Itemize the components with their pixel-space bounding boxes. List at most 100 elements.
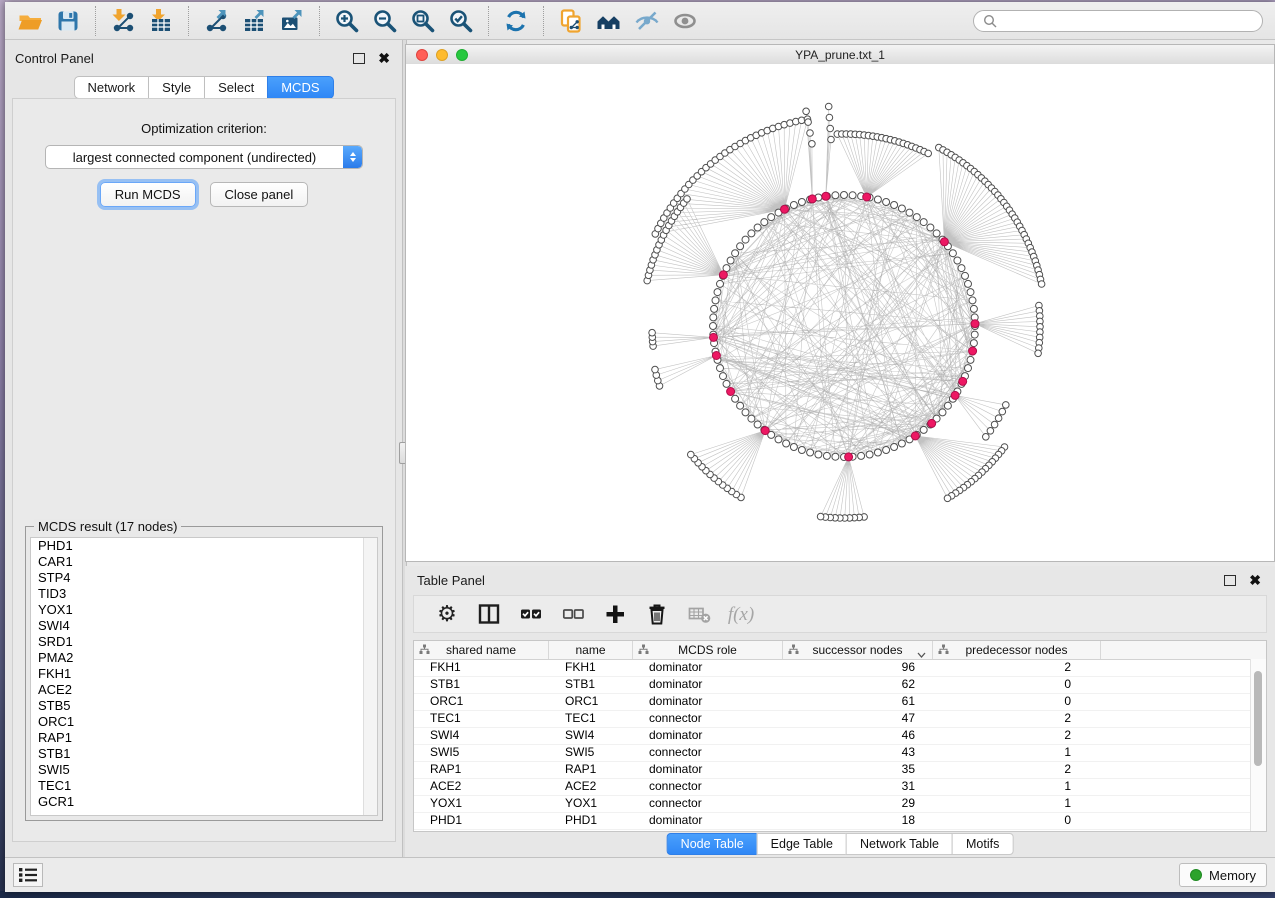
run-mcds-button[interactable]: Run MCDS: [100, 182, 196, 207]
show-panels-list-button[interactable]: [13, 863, 43, 887]
mcds-result-item[interactable]: STP4: [31, 570, 377, 586]
mcds-result-item[interactable]: RAP1: [31, 730, 377, 746]
export-table-button[interactable]: [235, 5, 273, 37]
column-header-successor-nodes[interactable]: successor nodes: [783, 641, 933, 659]
close-window-icon[interactable]: [416, 49, 428, 61]
float-panel-icon[interactable]: [353, 53, 365, 64]
app-window: Control Panel ✖ Network Style Select MCD…: [5, 2, 1275, 892]
mcds-result-item[interactable]: YOX1: [31, 602, 377, 618]
cell: ORC1: [414, 694, 549, 710]
table-row[interactable]: SWI5SWI5connector431: [414, 745, 1266, 762]
table-row[interactable]: RAP1RAP1dominator352: [414, 762, 1266, 779]
tab-style[interactable]: Style: [148, 76, 205, 99]
optimization-criterion-select[interactable]: largest connected component (undirected): [45, 145, 363, 169]
network-from-selection-button[interactable]: [552, 5, 590, 37]
delete-table-button: [678, 598, 720, 630]
create-column-icon: [603, 602, 627, 626]
table-scrollbar[interactable]: [1250, 659, 1266, 831]
mcds-result-item[interactable]: PMA2: [31, 650, 377, 666]
tab-motifs[interactable]: Motifs: [952, 833, 1013, 855]
network-canvas[interactable]: [406, 64, 1274, 561]
mcds-result-group: MCDS result (17 nodes) PHD1CAR1STP4TID3Y…: [25, 526, 383, 821]
mcds-result-item[interactable]: TID3: [31, 586, 377, 602]
cell: ACE2: [549, 779, 633, 795]
mcds-result-scrollbar[interactable]: [363, 538, 377, 815]
memory-button[interactable]: Memory: [1179, 863, 1267, 887]
show-all-button[interactable]: [666, 5, 704, 37]
column-header-filler: [1101, 641, 1266, 659]
mcds-result-item[interactable]: SWI4: [31, 618, 377, 634]
hide-selected-button[interactable]: [628, 5, 666, 37]
tab-network[interactable]: Network: [73, 76, 149, 99]
maximize-window-icon[interactable]: [456, 49, 468, 61]
cell: 1: [933, 745, 1101, 761]
export-network-button[interactable]: [197, 5, 235, 37]
table-row[interactable]: FKH1FKH1dominator962: [414, 660, 1266, 677]
toolbar-separator: [543, 6, 544, 36]
zoom-in-button[interactable]: [328, 5, 366, 37]
table-row[interactable]: ORC1ORC1dominator610: [414, 694, 1266, 711]
table-row[interactable]: PHD1PHD1dominator180: [414, 813, 1266, 830]
table-settings-button[interactable]: ⚙: [426, 598, 468, 630]
zoom-fit-button[interactable]: [404, 5, 442, 37]
table-scrollbar-thumb[interactable]: [1254, 671, 1262, 766]
table-row[interactable]: TEC1TEC1connector472: [414, 711, 1266, 728]
table-row[interactable]: YOX1YOX1connector291: [414, 796, 1266, 813]
toggle-columns-icon: [477, 602, 501, 626]
column-header-shared-name[interactable]: shared name: [414, 641, 549, 659]
export-image-button[interactable]: [273, 5, 311, 37]
mcds-result-item[interactable]: TEC1: [31, 778, 377, 794]
toggle-columns-button[interactable]: [468, 598, 510, 630]
save-session-button[interactable]: [49, 5, 87, 37]
search-icon: [983, 14, 997, 28]
column-header-MCDS-role[interactable]: MCDS role: [633, 641, 783, 659]
tab-edge-table[interactable]: Edge Table: [757, 833, 847, 855]
minimize-window-icon[interactable]: [436, 49, 448, 61]
mcds-result-list[interactable]: PHD1CAR1STP4TID3YOX1SWI4SRD1PMA2FKH1ACE2…: [30, 537, 378, 816]
close-table-panel-icon[interactable]: ✖: [1249, 573, 1261, 587]
select-all-button[interactable]: [510, 598, 552, 630]
cell: 2: [933, 728, 1101, 744]
mcds-result-item[interactable]: ACE2: [31, 682, 377, 698]
tab-network-table[interactable]: Network Table: [846, 833, 953, 855]
clear-selection-button[interactable]: [552, 598, 594, 630]
close-panel-icon[interactable]: ✖: [378, 51, 390, 65]
search-input[interactable]: [1003, 13, 1253, 29]
float-table-panel-icon[interactable]: [1224, 575, 1236, 586]
mcds-result-item[interactable]: GCR1: [31, 794, 377, 810]
cell: dominator: [633, 660, 783, 676]
mcds-result-item[interactable]: SRD1: [31, 634, 377, 650]
cell: RAP1: [414, 762, 549, 778]
table-row[interactable]: ACE2ACE2connector311: [414, 779, 1266, 796]
open-session-button[interactable]: [11, 5, 49, 37]
column-header-name[interactable]: name: [549, 641, 633, 659]
mcds-result-item[interactable]: CAR1: [31, 554, 377, 570]
close-panel-button[interactable]: Close panel: [210, 182, 309, 207]
tab-mcds[interactable]: MCDS: [267, 76, 333, 99]
zoom-selected-button[interactable]: [442, 5, 480, 37]
mcds-result-item[interactable]: PHD1: [31, 538, 377, 554]
delete-columns-button[interactable]: [636, 598, 678, 630]
mcds-result-item[interactable]: SWI5: [31, 762, 377, 778]
import-network-button[interactable]: [104, 5, 142, 37]
column-label: MCDS role: [678, 643, 737, 657]
table-row[interactable]: SWI4SWI4dominator462: [414, 728, 1266, 745]
network-view-titlebar[interactable]: YPA_prune.txt_1: [406, 45, 1274, 65]
table-row[interactable]: STB1STB1dominator620: [414, 677, 1266, 694]
mcds-result-item[interactable]: STB5: [31, 698, 377, 714]
mcds-result-item[interactable]: ORC1: [31, 714, 377, 730]
network-view-title: YPA_prune.txt_1: [406, 48, 1274, 62]
cell: connector: [633, 796, 783, 812]
tab-select[interactable]: Select: [204, 76, 268, 99]
zoom-out-button[interactable]: [366, 5, 404, 37]
create-column-button[interactable]: [594, 598, 636, 630]
mcds-result-item[interactable]: STB1: [31, 746, 377, 762]
column-header-predecessor-nodes[interactable]: predecessor nodes: [933, 641, 1101, 659]
mcds-result-item[interactable]: FKH1: [31, 666, 377, 682]
first-neighbors-button[interactable]: [590, 5, 628, 37]
tab-node-table[interactable]: Node Table: [667, 833, 758, 855]
toolbar-separator: [188, 6, 189, 36]
search-box[interactable]: [973, 10, 1263, 32]
import-table-button[interactable]: [142, 5, 180, 37]
apply-layout-button[interactable]: [497, 5, 535, 37]
